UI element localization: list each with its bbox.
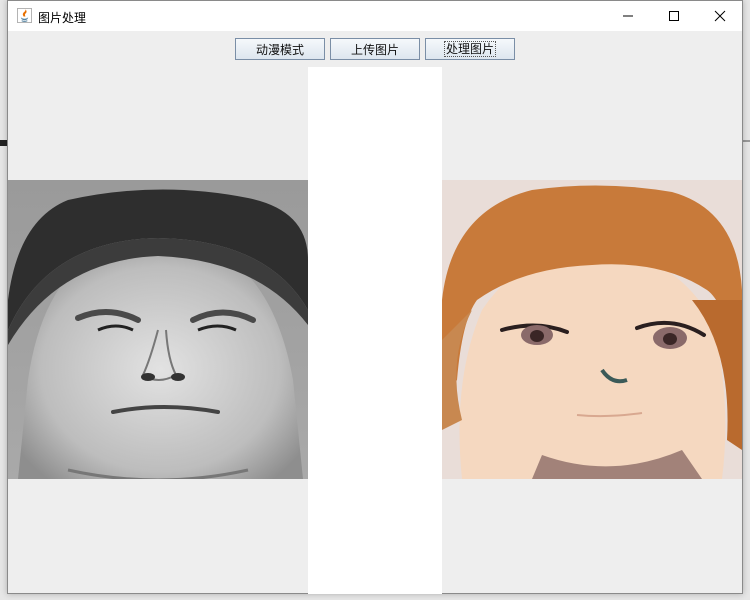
maximize-button[interactable] [651, 1, 697, 31]
window-title: 图片处理 [38, 11, 87, 25]
original-image [8, 180, 308, 479]
preview-panel [308, 67, 442, 594]
app-window: 图片处理 动漫模式 上传图片 处理图片 [7, 0, 743, 594]
upload-image-button[interactable]: 上传图片 [330, 38, 420, 60]
upload-image-label: 上传图片 [350, 42, 399, 57]
anime-mode-label: 动漫模式 [255, 42, 304, 57]
close-button[interactable] [697, 1, 743, 31]
processed-image [442, 180, 742, 479]
minimize-icon [623, 15, 633, 17]
minimize-button[interactable] [605, 1, 651, 31]
title-bar[interactable]: 图片处理 [8, 1, 742, 31]
close-icon [714, 10, 726, 22]
background-strip [743, 140, 750, 142]
maximize-icon [669, 11, 679, 21]
java-app-icon [17, 8, 32, 23]
anime-mode-button[interactable]: 动漫模式 [235, 38, 325, 60]
process-image-button[interactable]: 处理图片 [425, 38, 515, 60]
background-strip [0, 140, 7, 146]
process-image-label: 处理图片 [443, 41, 496, 57]
